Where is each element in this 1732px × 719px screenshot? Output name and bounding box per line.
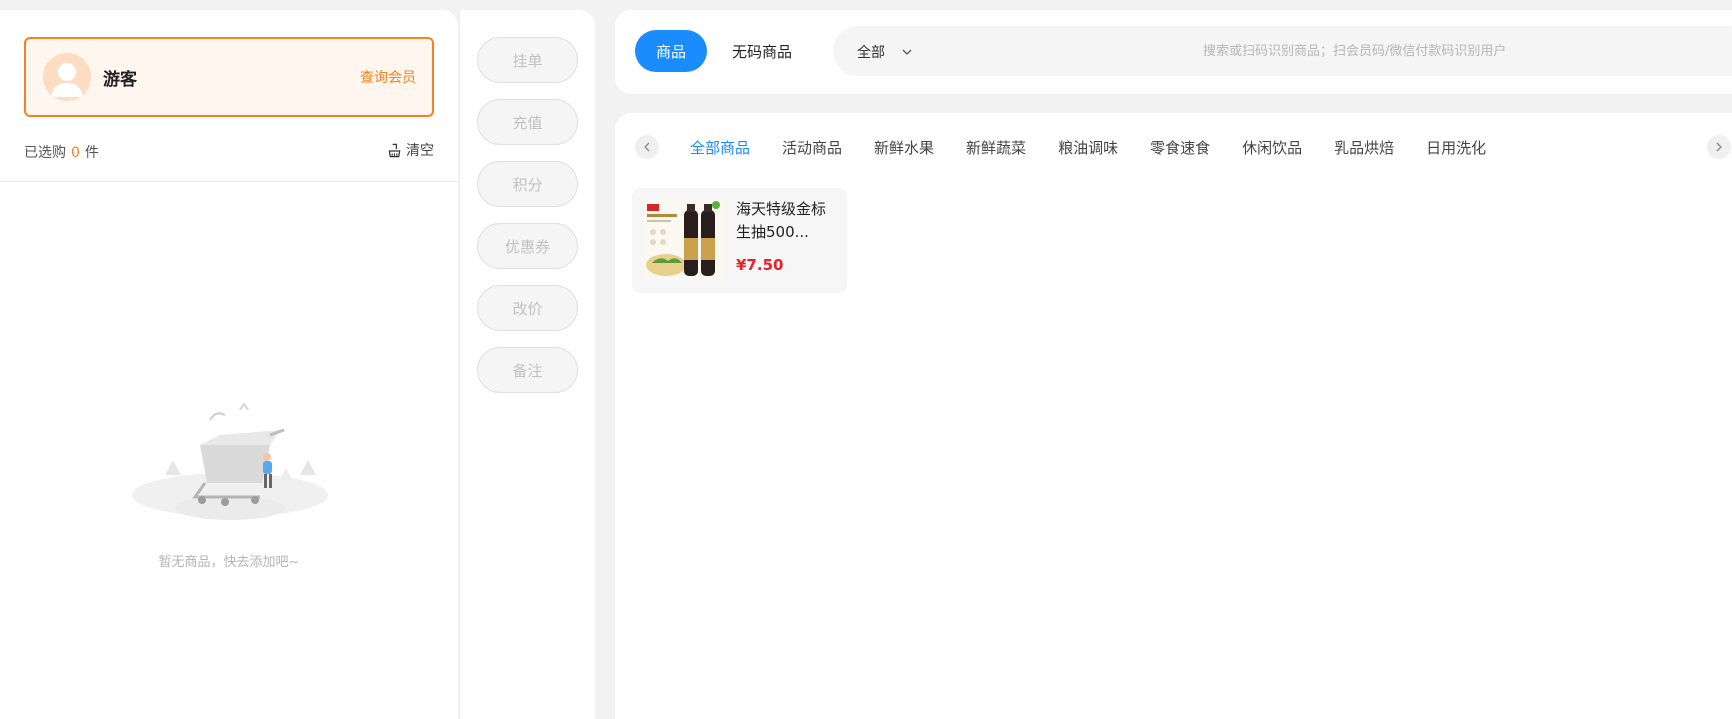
member-name: 游客	[103, 70, 137, 90]
search-box: 全部	[833, 26, 1732, 76]
category-tab-daily-chem[interactable]: 日用洗化	[1426, 137, 1486, 158]
cart-panel: 游客 查询会员 已选购 0 件 清空 暂无商品，快去添加吧~	[0, 10, 458, 719]
category-tab-promo[interactable]: 活动商品	[782, 137, 842, 158]
chevron-left-icon	[644, 142, 650, 152]
search-scope-select[interactable]: 全部	[857, 42, 913, 62]
category-tabs: 全部商品 活动商品 新鲜水果 新鲜蔬菜 粮油调味 零食速食 休闲饮品 乳品烘焙 …	[690, 137, 1518, 158]
cart-summary: 已选购 0 件	[24, 142, 99, 162]
product-price: ¥7.50	[736, 256, 784, 274]
recharge-button[interactable]: 充值	[477, 99, 578, 145]
category-tab-vegetable[interactable]: 新鲜蔬菜	[966, 137, 1026, 158]
member-card[interactable]: 游客 查询会员	[24, 37, 434, 117]
selected-suffix: 件	[84, 145, 99, 161]
chevron-down-icon	[902, 49, 912, 55]
clear-cart-button[interactable]: 清空	[387, 140, 434, 160]
tab-goods[interactable]: 商品	[635, 30, 707, 72]
points-button[interactable]: 积分	[477, 161, 578, 207]
category-tab-dairy-bakery[interactable]: 乳品烘焙	[1334, 137, 1394, 158]
top-bar: 商品 无码商品 全部	[615, 10, 1732, 94]
coupon-button[interactable]: 优惠券	[477, 223, 578, 269]
product-area: 全部商品 活动商品 新鲜水果 新鲜蔬菜 粮油调味 零食速食 休闲饮品 乳品烘焙 …	[615, 113, 1732, 719]
search-scope-value: 全部	[857, 45, 885, 61]
action-column: 挂单 充值 积分 优惠券 改价 备注	[459, 10, 595, 719]
category-prev-button[interactable]	[635, 135, 659, 159]
category-tab-grain-oil[interactable]: 粮油调味	[1058, 137, 1118, 158]
category-next-button[interactable]	[1707, 135, 1731, 159]
user-avatar-icon	[43, 53, 91, 101]
hold-order-button[interactable]: 挂单	[477, 37, 578, 83]
empty-cart-illustration	[132, 402, 328, 520]
category-tab-snacks[interactable]: 零食速食	[1150, 137, 1210, 158]
selected-prefix: 已选购	[24, 145, 66, 161]
product-card[interactable]: 海天特级金标生抽500... ¥7.50	[632, 188, 847, 293]
selected-count: 0	[71, 145, 80, 161]
product-name: 海天特级金标生抽500...	[736, 200, 827, 241]
category-tab-drinks[interactable]: 休闲饮品	[1242, 137, 1302, 158]
remark-button[interactable]: 备注	[477, 347, 578, 393]
query-member-link[interactable]: 查询会员	[360, 67, 416, 87]
divider	[0, 181, 458, 182]
search-input[interactable]	[953, 26, 1732, 76]
empty-cart-text: 暂无商品，快去添加吧~	[158, 555, 300, 570]
soy-sauce-bottle-image	[644, 200, 724, 280]
category-tab-all[interactable]: 全部商品	[690, 137, 750, 158]
product-image	[644, 200, 724, 280]
broom-icon	[388, 143, 401, 157]
chevron-right-icon	[1716, 142, 1722, 152]
clear-label: 清空	[406, 143, 434, 159]
change-price-button[interactable]: 改价	[477, 285, 578, 331]
avatar	[43, 53, 91, 101]
category-tab-fruit[interactable]: 新鲜水果	[874, 137, 934, 158]
tab-no-code-goods[interactable]: 无码商品	[732, 41, 792, 62]
